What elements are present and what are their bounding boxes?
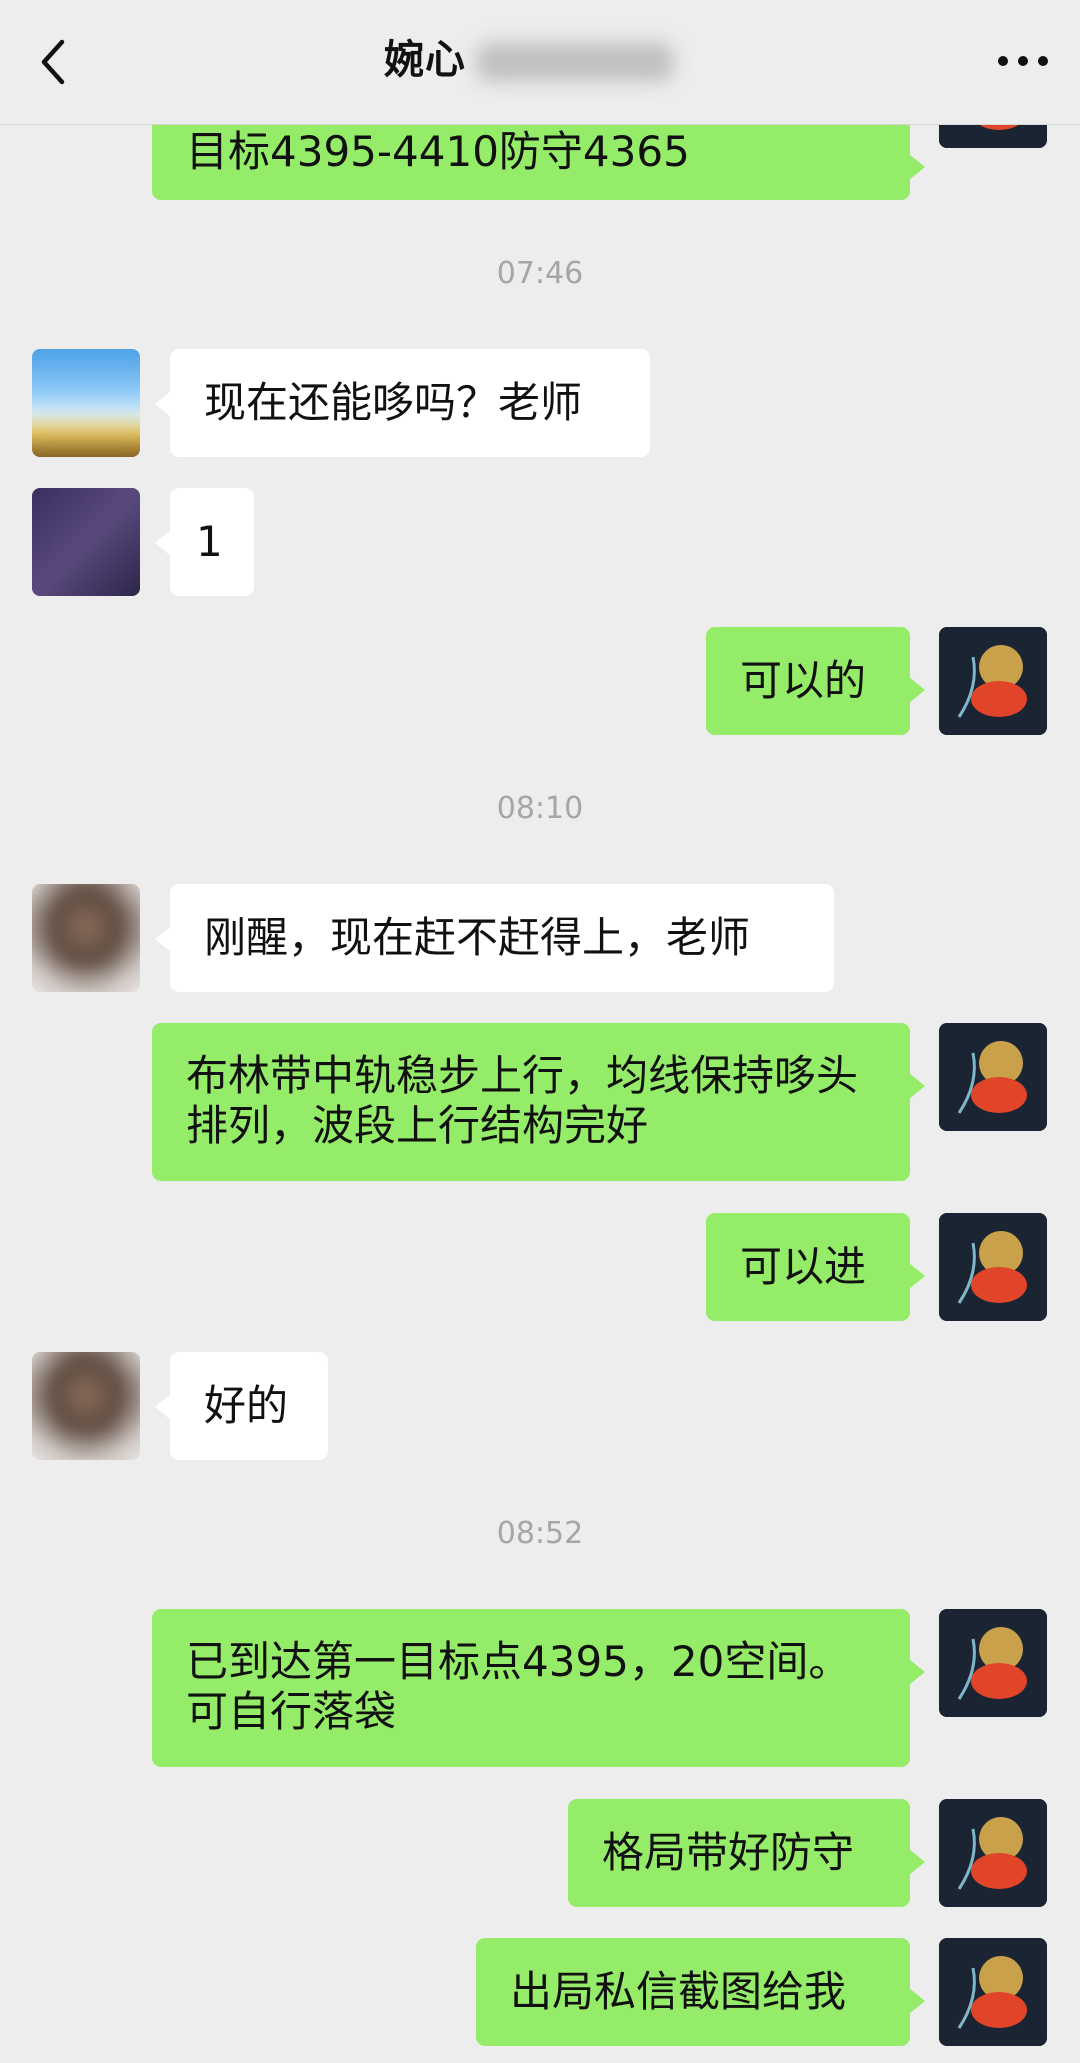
message-bubble-received[interactable]: 1: [155, 488, 254, 596]
timestamp: 08:52: [496, 1516, 584, 1551]
blurred-name-redaction: [476, 42, 674, 82]
message-bubble-received[interactable]: 好的: [155, 1352, 328, 1460]
my-avatar[interactable]: [939, 1609, 1047, 1717]
more-button[interactable]: [990, 36, 1056, 86]
my-avatar[interactable]: [939, 1213, 1047, 1321]
message-text: 布林带中轨稳步上行，均线保持哆头排列，波段上行结构完好: [186, 1051, 859, 1150]
message-text: 已到达第一目标点4395，20空间。可自行落袋: [186, 1637, 851, 1736]
message-text: 现在还能哆吗？老师: [204, 378, 583, 427]
more-dots-icon: [998, 56, 1008, 66]
message-text: 可以的: [740, 656, 867, 705]
contact-avatar[interactable]: [32, 1352, 140, 1460]
message-bubble-received[interactable]: 现在还能哆吗？老师: [155, 349, 650, 457]
chat-title: 婉心: [384, 37, 466, 83]
message-text: 目标4395-4410防守4365: [186, 127, 690, 176]
my-avatar[interactable]: [939, 1023, 1047, 1131]
message-text: 格局带好防守: [602, 1828, 855, 1877]
contact-avatar[interactable]: [32, 349, 140, 457]
message-bubble-sent[interactable]: 出局私信截图给我: [476, 1938, 925, 2046]
chat-header: 婉心: [0, 0, 1080, 125]
message-text: 可以进: [740, 1242, 867, 1291]
my-avatar[interactable]: [939, 1799, 1047, 1907]
message-text: 1: [196, 517, 223, 566]
back-button[interactable]: [30, 28, 90, 94]
contact-avatar[interactable]: [32, 884, 140, 992]
contact-avatar[interactable]: [32, 488, 140, 596]
message-bubble-sent[interactable]: 布林带中轨稳步上行，均线保持哆头排列，波段上行结构完好: [152, 1023, 925, 1181]
timestamp: 08:10: [496, 791, 584, 826]
message-bubble-sent[interactable]: 格局带好防守: [568, 1799, 925, 1907]
message-text: 好的: [204, 1381, 289, 1430]
my-avatar[interactable]: [939, 627, 1047, 735]
message-bubble-sent[interactable]: 可以的: [706, 627, 925, 735]
my-avatar[interactable]: [939, 1938, 1047, 2046]
timestamp: 07:46: [496, 256, 584, 291]
chevron-left-icon: [41, 39, 65, 85]
message-bubble-received[interactable]: 刚醒，现在赶不赶得上，老师: [155, 884, 834, 992]
message-bubble-sent[interactable]: 已到达第一目标点4395，20空间。可自行落袋: [152, 1609, 925, 1767]
message-text: 出局私信截图给我: [510, 1967, 847, 2016]
message-text: 刚醒，现在赶不赶得上，老师: [204, 913, 751, 962]
message-bubble-sent[interactable]: 可以进: [706, 1213, 925, 1321]
